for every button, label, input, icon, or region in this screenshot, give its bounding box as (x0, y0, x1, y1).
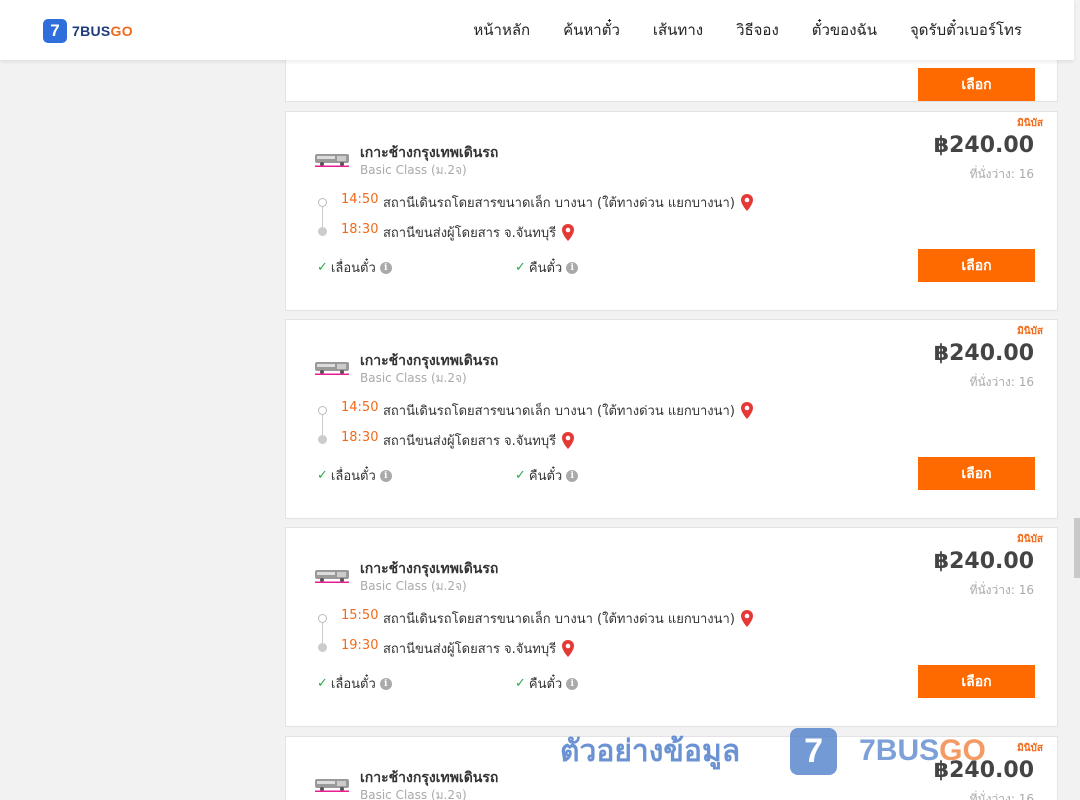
departure-station: สถานีเดินรถโดยสารขนาดเล็ก บางนา (ใต้ทางด… (383, 400, 754, 421)
departure-station: สถานีเดินรถโดยสารขนาดเล็ก บางนา (ใต้ทางด… (383, 192, 754, 213)
info-icon[interactable]: i (379, 469, 392, 482)
seats-available: ที่นั่งว่าง: 16 (969, 583, 1034, 597)
departure-dot-icon (318, 198, 327, 207)
vehicle-type-badge: มินิบัส (1017, 118, 1043, 129)
arrival-time: 18:30 (341, 222, 379, 237)
check-icon: ✓ (515, 468, 526, 483)
nav-home[interactable]: หน้าหลัก (473, 18, 530, 42)
seats-available: ที่นั่งว่าง: 16 (969, 375, 1034, 389)
map-pin-icon[interactable] (740, 609, 754, 628)
page-scrollbar[interactable] (1074, 0, 1080, 800)
departure-station: สถานีเดินรถโดยสารขนาดเล็ก บางนา (ใต้ทางด… (383, 608, 754, 629)
refund-option: ✓ คืนตั๋ว i (515, 257, 579, 278)
info-icon[interactable]: i (379, 261, 392, 274)
operator-logo-icon (315, 154, 349, 167)
map-pin-icon[interactable] (740, 193, 754, 212)
nav-search-tickets[interactable]: ค้นหาตั๋ว (563, 18, 620, 42)
arrival-station: สถานีขนส่งผู้โดยสาร จ.จันทบุรี (383, 222, 575, 243)
scrollbar-thumb[interactable] (1074, 518, 1080, 578)
main-nav: หน้าหลัก ค้นหาตั๋ว เส้นทาง วิธีจอง ตั๋วข… (440, 0, 1022, 60)
site-logo[interactable]: 7 7BUSGO (43, 19, 133, 43)
departure-time: 15:50 (341, 608, 379, 623)
vehicle-type-badge: มินิบัส (1017, 534, 1043, 545)
nav-my-tickets[interactable]: ตั๋วของฉัน (812, 18, 877, 42)
operator-logo-icon (315, 362, 349, 375)
arrival-dot-icon (318, 435, 327, 444)
reschedule-option: ✓ เลื่อนตั๋ว i (317, 465, 392, 486)
arrival-time: 19:30 (341, 638, 379, 653)
info-icon[interactable]: i (566, 469, 579, 482)
select-button[interactable]: เลือก (918, 665, 1035, 698)
reschedule-option: ✓ เลื่อนตั๋ว i (317, 673, 392, 694)
watermark-logo-text: 7BUSGO (859, 734, 986, 767)
info-icon[interactable]: i (566, 261, 579, 274)
info-icon[interactable]: i (566, 677, 579, 690)
operator-logo-icon (315, 570, 349, 583)
check-icon: ✓ (515, 260, 526, 275)
departure-time: 14:50 (341, 400, 379, 415)
vehicle-type-badge: มินิบัส (1017, 326, 1043, 337)
seats-available: ที่นั่งว่าง: 16 (969, 167, 1034, 181)
check-icon: ✓ (317, 260, 328, 275)
map-pin-icon[interactable] (561, 431, 575, 450)
operator-logo-icon (315, 779, 349, 792)
map-pin-icon[interactable] (561, 223, 575, 242)
check-icon: ✓ (515, 676, 526, 691)
watermark-text: ตัวอย่างข้อมูล (560, 733, 741, 769)
bus-class: Basic Class (ม.2จ) (360, 579, 467, 593)
bus-class: Basic Class (ม.2จ) (360, 163, 467, 177)
result-card: มินิบัส เกาะช้างกรุงเทพเดินรถ Basic Clas… (285, 319, 1058, 519)
select-button[interactable]: เลือก (918, 457, 1035, 490)
departure-dot-icon (318, 406, 327, 415)
nav-ticket-pickup[interactable]: จุดรับตั๋วเบอร์โทร (910, 18, 1022, 42)
info-icon[interactable]: i (379, 677, 392, 690)
check-icon: ✓ (317, 676, 328, 691)
arrival-dot-icon (318, 227, 327, 236)
nav-how-to-book[interactable]: วิธีจอง (736, 18, 779, 42)
ticket-price: ฿240.00 (933, 549, 1034, 574)
vehicle-type-badge: มินิบัส (1017, 743, 1043, 754)
map-pin-icon[interactable] (740, 401, 754, 420)
refund-option: ✓ คืนตั๋ว i (515, 465, 579, 486)
seats-available: ที่นั่งว่าง: 16 (969, 792, 1034, 800)
sample-data-watermark: ตัวอย่างข้อมูล 7 7BUSGO (560, 726, 986, 776)
arrival-station: สถานีขนส่งผู้โดยสาร จ.จันทบุรี (383, 638, 575, 659)
map-pin-icon[interactable] (561, 639, 575, 658)
result-card: มินิบัส เกาะช้างกรุงเทพเดินรถ Basic Clas… (285, 527, 1058, 727)
bus-class: Basic Class (ม.2จ) (360, 788, 467, 800)
reschedule-option: ✓ เลื่อนตั๋ว i (317, 257, 392, 278)
nav-routes[interactable]: เส้นทาง (653, 18, 703, 42)
select-button[interactable]: เลือก (918, 249, 1035, 282)
site-header: 7 7BUSGO หน้าหลัก ค้นหาตั๋ว เส้นทาง วิธี… (0, 0, 1074, 60)
arrival-station: สถานีขนส่งผู้โดยสาร จ.จันทบุรี (383, 430, 575, 451)
select-button[interactable]: เลือก (918, 68, 1035, 101)
ticket-price: ฿240.00 (933, 133, 1034, 158)
check-icon: ✓ (317, 468, 328, 483)
bus-class: Basic Class (ม.2จ) (360, 371, 467, 385)
refund-option: ✓ คืนตั๋ว i (515, 673, 579, 694)
arrival-dot-icon (318, 643, 327, 652)
logo-mark: 7 (43, 19, 67, 43)
result-card: มินิบัส เกาะช้างกรุงเทพเดินรถ Basic Clas… (285, 111, 1058, 311)
watermark-logo-mark: 7 (790, 727, 838, 775)
logo-text: 7BUSGO (72, 23, 133, 39)
departure-time: 14:50 (341, 192, 379, 207)
departure-dot-icon (318, 614, 327, 623)
ticket-price: ฿240.00 (933, 341, 1034, 366)
arrival-time: 18:30 (341, 430, 379, 445)
